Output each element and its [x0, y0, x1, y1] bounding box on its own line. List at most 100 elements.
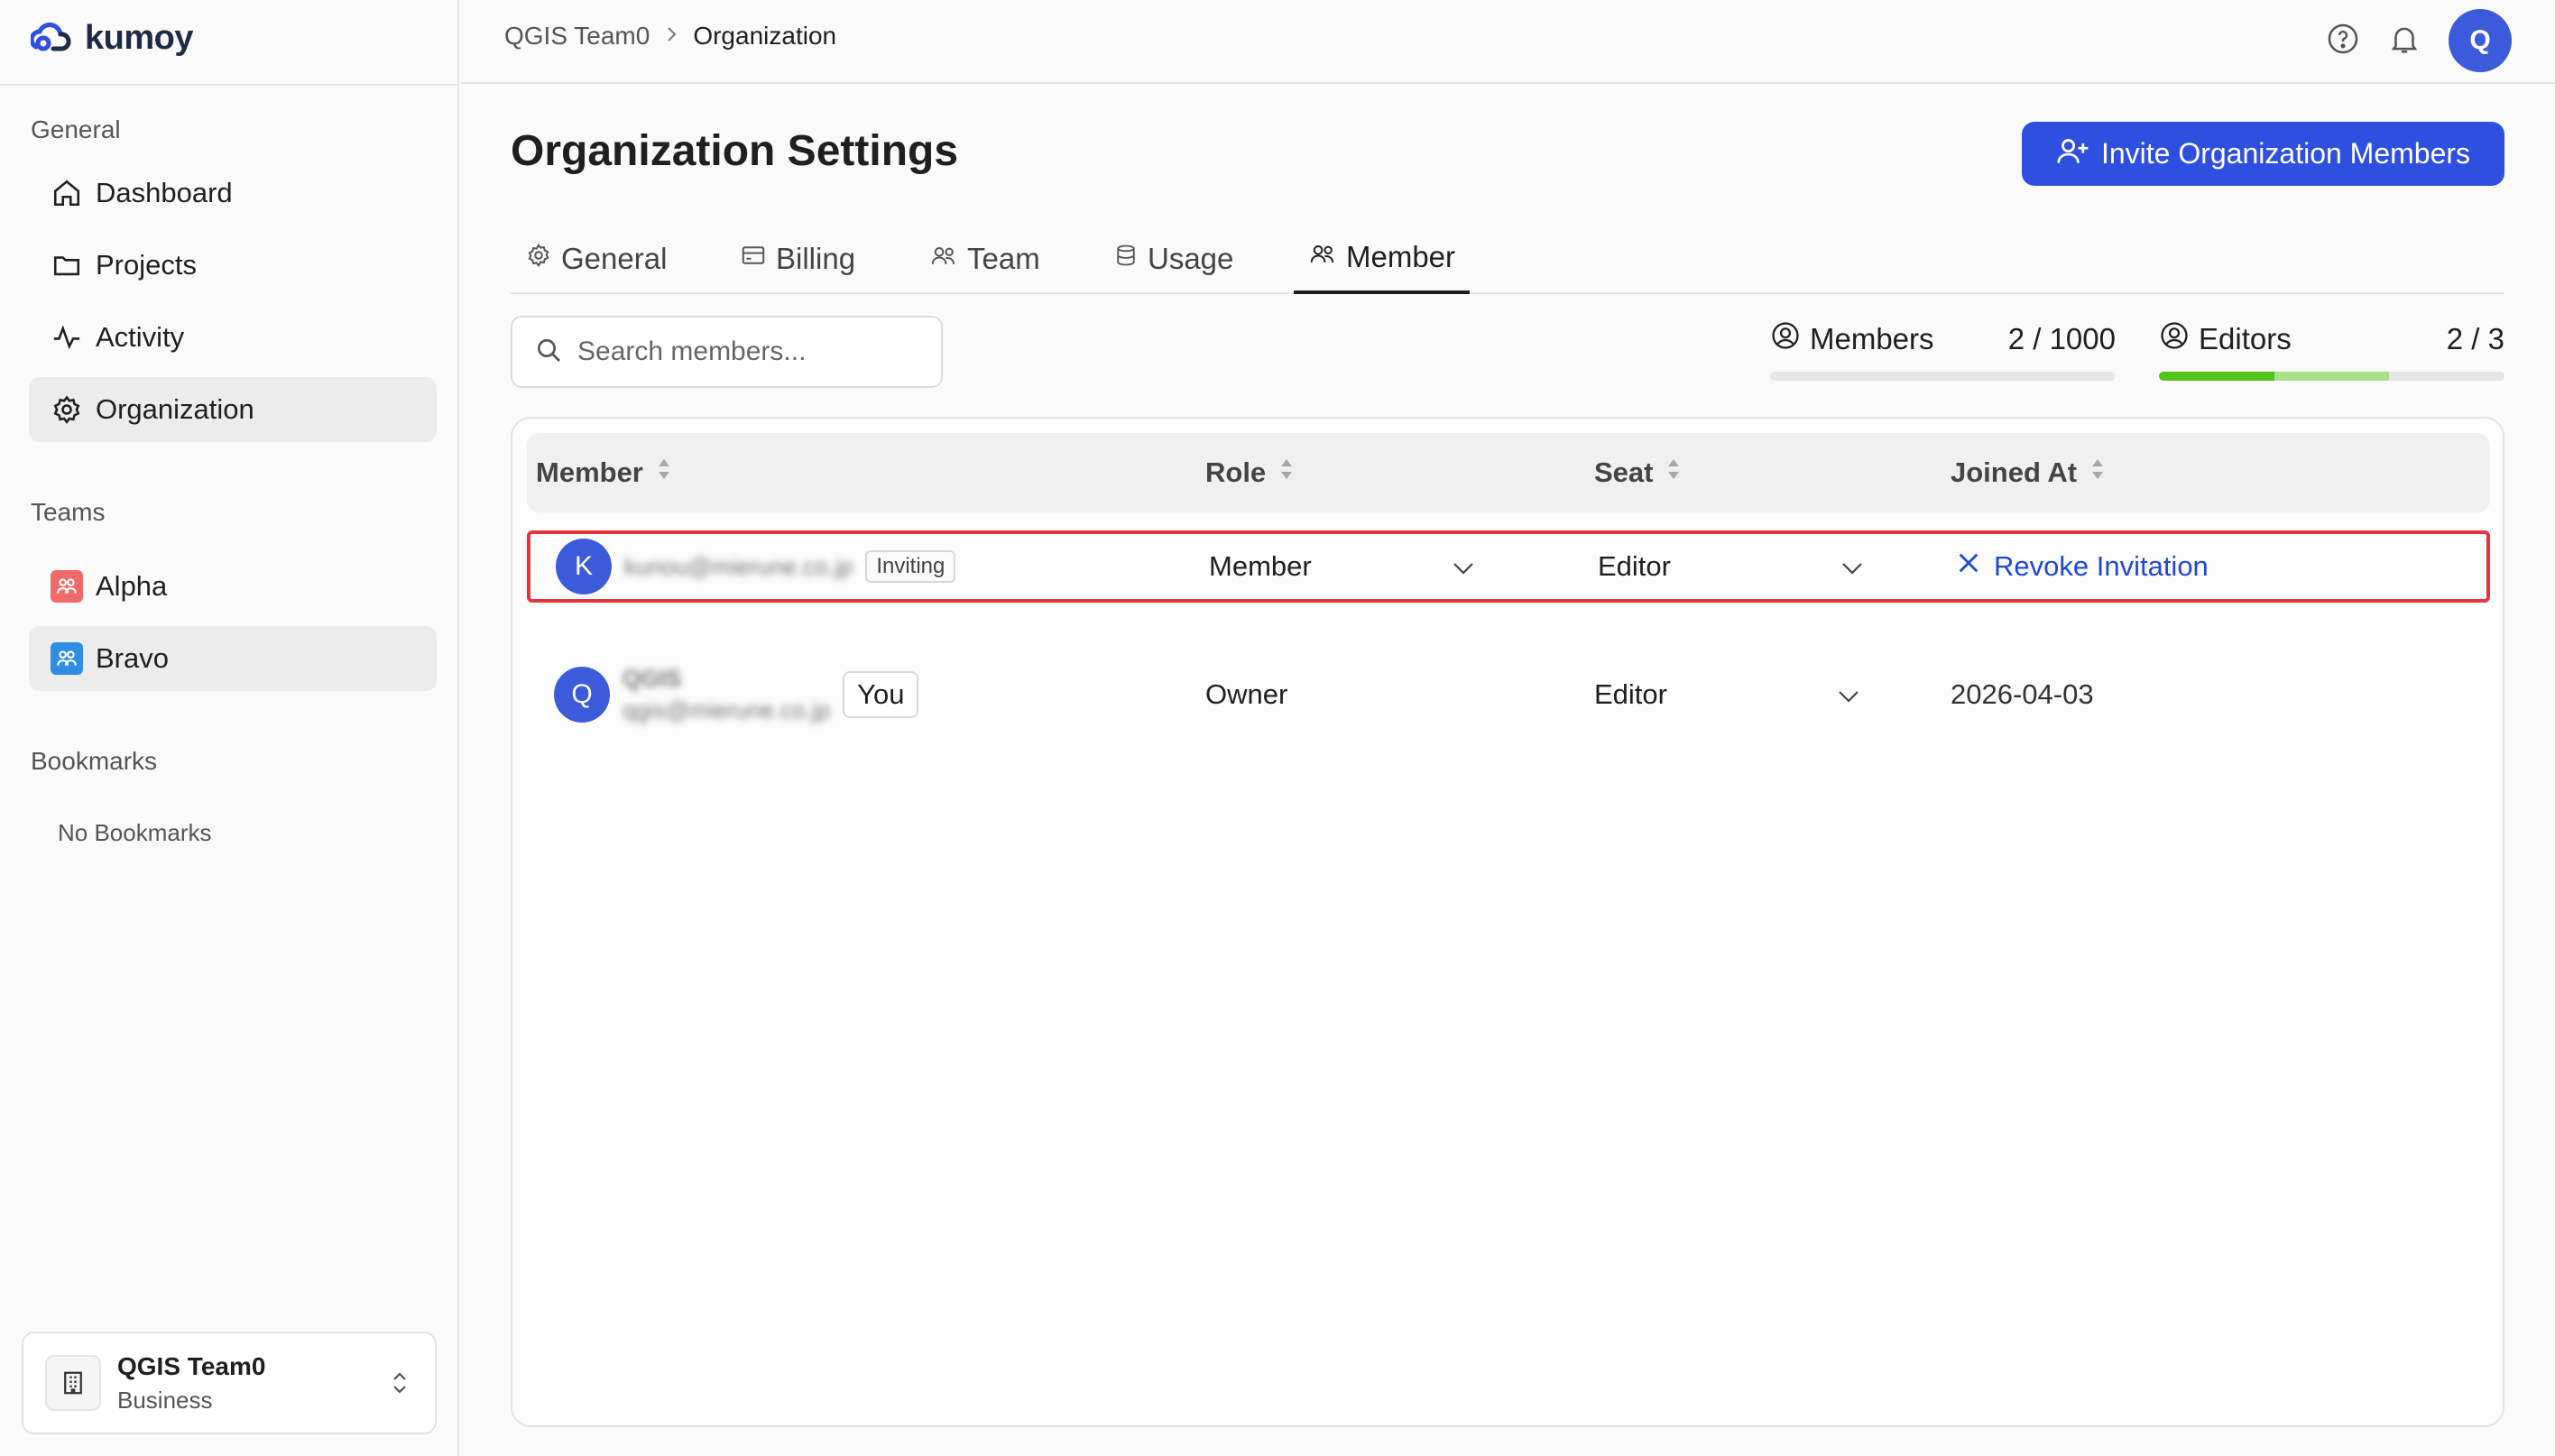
sidebar-item-label: Activity: [96, 321, 185, 353]
members-stat-value: 2 / 1000: [2007, 322, 2116, 355]
sidebar-item-organization[interactable]: Organization: [29, 377, 437, 442]
editors-stat-label: Editors: [2199, 322, 2292, 355]
folder-icon: [51, 249, 83, 281]
member-cell: K kunou@mierune.co.jp Inviting: [556, 534, 956, 599]
home-icon: [51, 177, 83, 209]
sidebar-item-projects[interactable]: Projects: [29, 233, 437, 298]
settings-tabs: General Billing Team Usage Member: [511, 224, 2504, 294]
table-row: Q QGIS qgis@mierune.co.jp You Owner Edit…: [527, 651, 2490, 738]
revoke-label: Revoke Invitation: [1994, 550, 2209, 582]
sidebar-item-label: Bravo: [96, 642, 169, 674]
column-header-label: Role: [1205, 456, 1267, 488]
member-email: kunou@mierune.co.jp: [624, 552, 853, 580]
tab-billing[interactable]: Billing: [725, 224, 870, 294]
org-name: QGIS Team0: [117, 1351, 266, 1380]
avatar: K: [556, 539, 612, 594]
team-bravo-icon: [51, 642, 83, 675]
sort-icon: [656, 456, 672, 490]
users-icon: [929, 242, 958, 276]
seat-select[interactable]: Editor: [1594, 651, 1860, 738]
user-avatar[interactable]: Q: [2449, 9, 2512, 72]
chevron-down-icon: [1840, 550, 1864, 583]
editors-stat-value: 2 / 3: [2446, 322, 2504, 355]
column-header-seat[interactable]: Seat: [1594, 433, 1682, 512]
search-members-box: [511, 316, 943, 388]
column-header-label: Member: [536, 456, 643, 488]
seat-value: Editor: [1598, 550, 1671, 582]
role-select[interactable]: Member: [1209, 534, 1475, 599]
user-plus-icon: [2056, 135, 2090, 173]
topbar: QGIS Team0 Organization Q: [461, 0, 2555, 84]
tab-label: Usage: [1148, 242, 1234, 275]
column-header-member[interactable]: Member: [536, 433, 672, 512]
members-progress-bar: [1770, 372, 2116, 381]
column-header-label: Joined At: [1951, 456, 2078, 488]
members-stat-label: Members: [1810, 322, 1934, 355]
no-bookmarks-text: No Bookmarks: [58, 819, 212, 846]
seat-value: Editor: [1594, 678, 1667, 710]
editors-progress-bar: [2159, 372, 2504, 381]
tab-label: Billing: [776, 242, 856, 275]
breadcrumb-current: Organization: [693, 22, 837, 50]
users-icon: [1308, 240, 1337, 274]
chevron-down-icon: [1452, 550, 1475, 583]
sort-icon: [1278, 456, 1295, 490]
joined-at: 2026-04-03: [1951, 678, 2094, 710]
column-header-joined-at[interactable]: Joined At: [1951, 433, 2106, 512]
tab-label: Member: [1346, 240, 1456, 273]
brand-logo[interactable]: kumoy: [31, 16, 193, 60]
page-title: Organization Settings: [511, 127, 959, 175]
search-input[interactable]: [577, 336, 920, 367]
tab-team[interactable]: Team: [915, 224, 1055, 294]
invite-button-label: Invite Organization Members: [2100, 137, 2471, 170]
avatar: Q: [554, 667, 610, 723]
members-table: Member Role Seat Joined At K kunou@mieru…: [511, 417, 2504, 1427]
sidebar-item-label: Alpha: [96, 570, 168, 602]
role-value: Owner: [1205, 678, 1288, 710]
building-icon: [45, 1355, 101, 1411]
org-plan: Business: [117, 1386, 213, 1414]
activity-icon: [51, 321, 83, 354]
sidebar-item-team-bravo[interactable]: Bravo: [29, 626, 437, 691]
section-label-teams: Teams: [31, 498, 106, 526]
member-name: QGIS: [623, 665, 682, 692]
sidebar-item-dashboard[interactable]: Dashboard: [29, 161, 437, 226]
section-label-bookmarks: Bookmarks: [31, 747, 158, 775]
breadcrumb-org[interactable]: QGIS Team0: [504, 22, 650, 51]
tab-general[interactable]: General: [511, 224, 681, 294]
help-icon[interactable]: [2326, 22, 2360, 60]
tab-member[interactable]: Member: [1294, 224, 1471, 294]
credit-card-icon: [740, 242, 767, 276]
gear-icon: [525, 242, 552, 276]
seat-select[interactable]: Editor: [1598, 534, 1864, 599]
cloud-logo-icon: [31, 23, 71, 51]
editors-progress-used: [2159, 372, 2274, 381]
user-circle-icon: [1770, 320, 1801, 358]
close-icon: [1956, 550, 1981, 583]
status-badge: Inviting: [865, 550, 956, 583]
tab-usage[interactable]: Usage: [1099, 224, 1248, 294]
chevron-down-icon: [1837, 678, 1860, 711]
gear-icon: [51, 393, 83, 426]
column-header-label: Seat: [1594, 456, 1654, 488]
sidebar-item-label: Organization: [96, 393, 254, 425]
sidebar-item-activity[interactable]: Activity: [29, 305, 437, 370]
sort-icon: [1665, 456, 1682, 490]
chevron-right-icon: [664, 22, 678, 51]
editors-progress-pending: [2274, 372, 2390, 381]
org-switcher[interactable]: QGIS Team0 Business: [22, 1332, 437, 1434]
brand-name: kumoy: [85, 18, 193, 57]
section-label-general: General: [31, 115, 121, 143]
sidebar-item-label: Projects: [96, 249, 197, 281]
invite-members-button[interactable]: Invite Organization Members: [2022, 122, 2504, 186]
bell-icon[interactable]: [2387, 22, 2421, 60]
sort-icon: [2089, 456, 2106, 490]
member-cell: Q QGIS qgis@mierune.co.jp You: [554, 651, 919, 738]
editors-stat: Editors 2 / 3: [2159, 316, 2504, 388]
revoke-invitation-button[interactable]: Revoke Invitation: [1956, 534, 2209, 599]
column-header-role[interactable]: Role: [1205, 433, 1295, 512]
table-row: K kunou@mierune.co.jp Inviting Member Ed…: [527, 530, 2490, 603]
sidebar-item-team-alpha[interactable]: Alpha: [29, 554, 437, 619]
sidebar-item-label: Dashboard: [96, 177, 233, 208]
tab-label: Team: [967, 242, 1040, 275]
